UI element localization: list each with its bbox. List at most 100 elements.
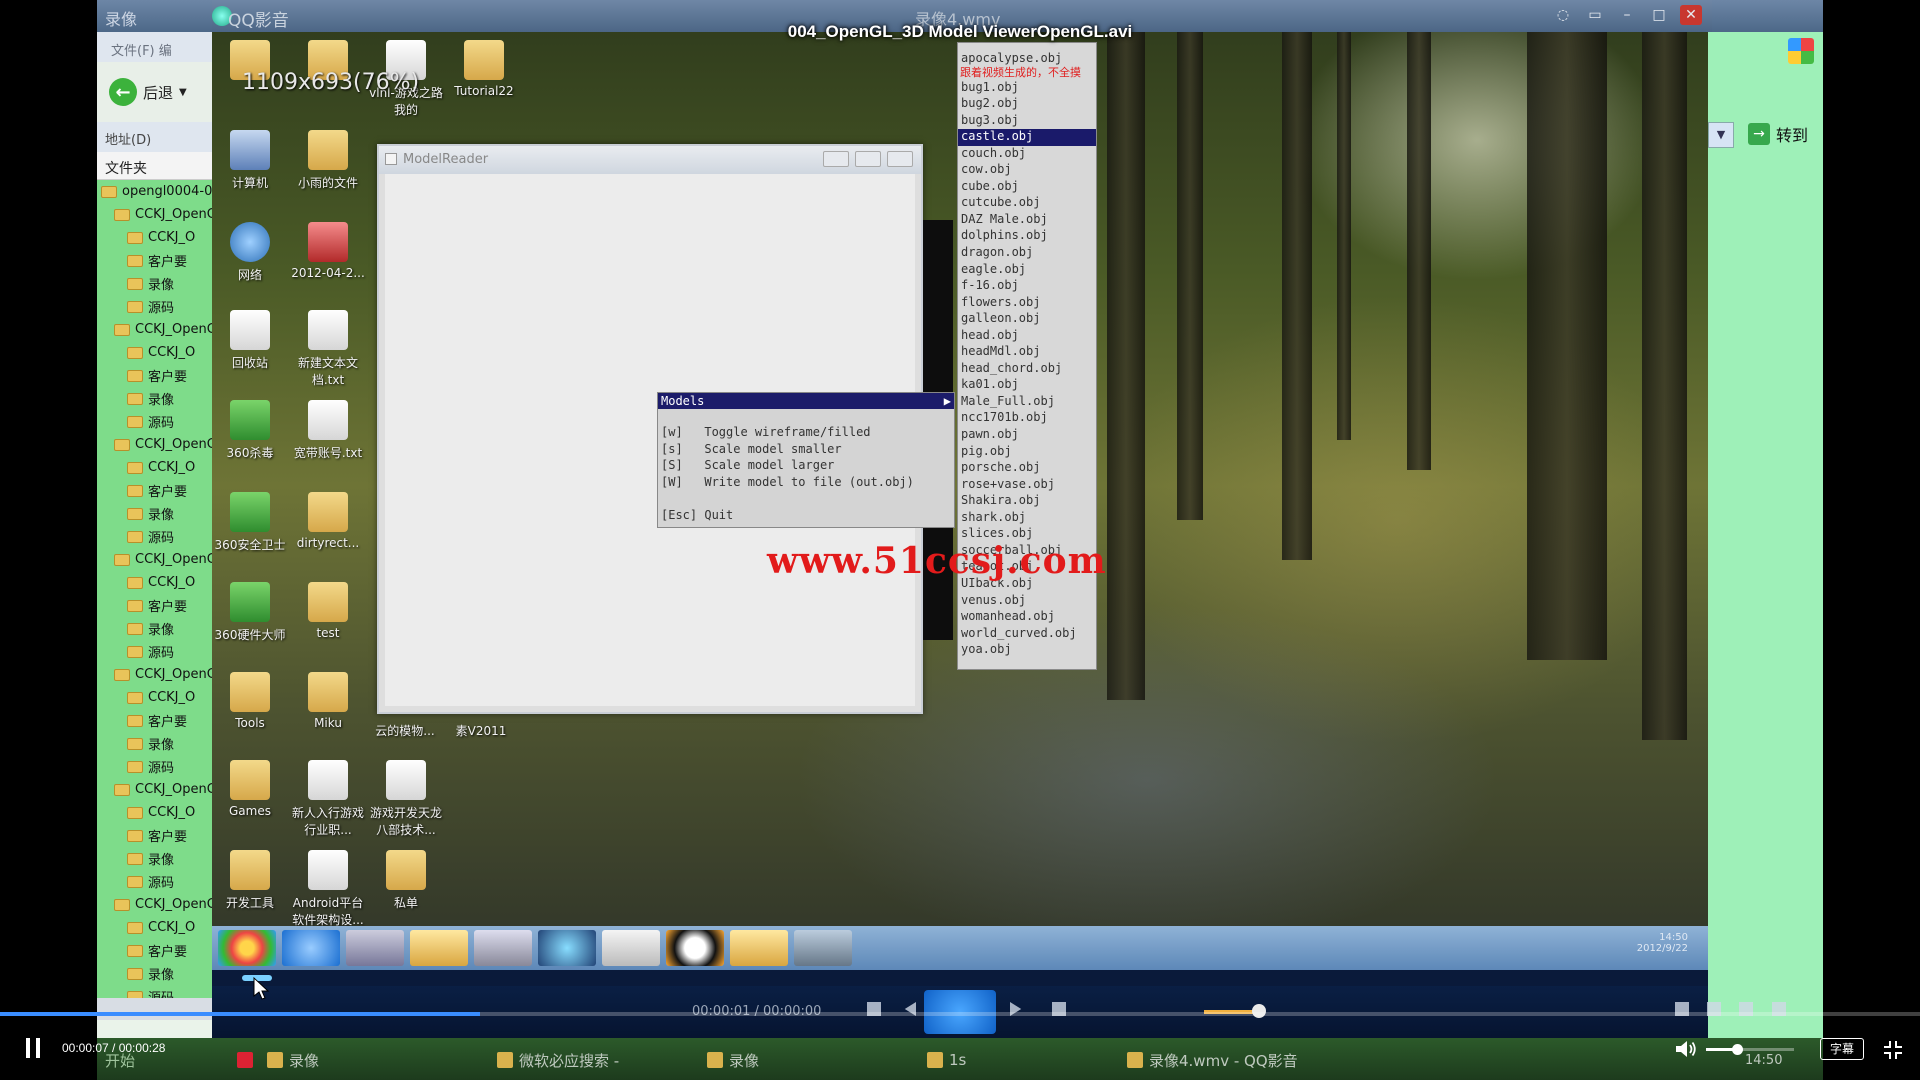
desktop-glyph-icon [230, 582, 270, 622]
tree-folder-item: 录像 [97, 387, 212, 410]
desktop-icon: 网络 [212, 222, 288, 283]
progress-fill [0, 1012, 480, 1016]
tree-folder-label: 源码 [148, 416, 175, 431]
tree-folder-label: 源码 [148, 646, 175, 661]
zoom-readout: 1109x693(76%) [242, 70, 420, 95]
pause-icon [36, 1038, 40, 1058]
obj-file-item: rose+vase.obj [961, 476, 1055, 491]
desktop-icon: 360硬件大师 [212, 582, 288, 643]
subtitle-button[interactable]: 字幕 [1820, 1038, 1864, 1060]
glut-menu-item: [Esc] Quit [661, 507, 734, 522]
desktop-glyph-icon [308, 582, 348, 622]
desktop-glyph-icon [230, 760, 270, 800]
desktop-glyph-icon [308, 760, 348, 800]
tree-folder-item: 源码 [97, 525, 212, 548]
desktop-glyph-icon [308, 130, 348, 170]
tree-folder-label: CCKJ_O [148, 690, 196, 705]
tree-folder-item: opengl0004-00 [97, 180, 212, 203]
desktop-icon: 私单 [368, 850, 444, 911]
folder-icon [127, 714, 143, 727]
address-dropdown-icon: ▼ [1708, 122, 1734, 148]
tree-folder-item: CCKJ_O [97, 226, 212, 249]
desktop-icon-label: 游戏开发天龙八部技术... [369, 806, 442, 837]
desktop-icon-label: Tools [235, 716, 265, 730]
desktop-icon-label: 回收站 [231, 356, 268, 370]
pen-icon [602, 930, 660, 966]
tree-folder-label: CCKJ_O [148, 920, 196, 935]
desktop-glyph-icon [230, 400, 270, 440]
desktop-glyph-icon [386, 850, 426, 890]
tree-folder-item: 源码 [97, 870, 212, 893]
time-display: 00:00:07 / 00:00:28 [62, 1041, 166, 1055]
folder-icon [127, 277, 143, 290]
desktop-icon-label: Miku [314, 716, 342, 730]
glut-menu-item: [W] Write model to file (out.obj) [661, 474, 914, 489]
recorded-right-panel: ▼ → 转到 [1708, 0, 1823, 1080]
folder-icon [114, 208, 130, 221]
tree-folder-item: CCKJ_OpenG [97, 663, 212, 686]
explorer-back-row: ← 后退 ▼ [97, 62, 212, 122]
exit-fullscreen-icon[interactable] [1882, 1039, 1904, 1061]
desktop-icon-label: 开发工具 [225, 896, 274, 910]
glut-menu-item: [S] Scale model larger [661, 458, 835, 472]
tree-folder-item: CCKJ_OpenG [97, 318, 212, 341]
folder-icon [114, 323, 130, 336]
tree-folder-item: 客户要 [97, 479, 212, 502]
desktop-icon: Tutorial22 [446, 40, 522, 98]
player-bottom-bar: 00:00:07 / 00:00:28 字幕 [0, 1028, 1920, 1080]
tree-folder-label: CCKJ_O [148, 805, 196, 820]
folder-icon [127, 576, 143, 589]
obj-file-item: Male_Full.obj [961, 393, 1055, 408]
tree-folder-label: 客户要 [148, 830, 188, 845]
glut-menu-item: [s] Scale model smaller [661, 441, 842, 456]
folder-icon [114, 553, 130, 566]
tree-folder-item: 客户要 [97, 594, 212, 617]
pause-icon [26, 1038, 30, 1058]
desktop-icon-label: 云的模物... [375, 724, 435, 738]
progress-bar[interactable] [0, 1012, 1920, 1016]
recorded-tray-clock: 14:50 2012/9/22 [1636, 932, 1688, 954]
maximize-icon [855, 151, 881, 167]
glut-menu-header: Models ▶ [658, 393, 954, 409]
desktop-icon-label: 360杀毒 [226, 446, 274, 460]
tree-folder-label: 客户要 [148, 945, 188, 960]
desktop-icon-label: 素V2011 [455, 724, 507, 738]
goto-arrow-icon: → [1748, 123, 1770, 145]
folder-icon [730, 930, 788, 966]
folder-icon [127, 760, 143, 773]
desktop-icon-label: 360硬件大师 [214, 628, 286, 642]
obj-file-item: f-16.obj [961, 278, 1019, 293]
desktop-glyph-icon [230, 672, 270, 712]
folder-icon [101, 185, 117, 198]
obj-file-item: eagle.obj [961, 261, 1027, 276]
folder-tree: opengl0004-00 CCKJ_OpenG CCKJ_O 客户要 录像 源码 CCKJ… [97, 180, 212, 1010]
folder-icon [127, 921, 143, 934]
volume-slider[interactable] [1706, 1044, 1794, 1055]
obj-file-item: headMdl.obj [961, 344, 1041, 359]
app-icon [474, 930, 532, 966]
glut-menu-item [658, 491, 954, 508]
desktop-glyph-icon [386, 760, 426, 800]
tree-folder-item: 录像 [97, 847, 212, 870]
desktop-icon-label: 新人入行游戏行业职... [291, 806, 364, 837]
pause-button[interactable] [26, 1038, 48, 1060]
desktop-icon: 宽带账号.txt [290, 400, 366, 461]
desktop-icon-label: Games [229, 804, 271, 818]
tree-folder-item: CCKJ_OpenG [97, 548, 212, 571]
qq-icon [666, 930, 724, 966]
desktop-icon: Tools [212, 672, 288, 730]
volume-icon[interactable] [1674, 1038, 1698, 1060]
tree-folder-label: CCKJ_O [148, 575, 196, 590]
tree-folder-item: 源码 [97, 295, 212, 318]
tree-folder-label: 录像 [148, 623, 175, 638]
obj-file-item: pawn.obj [961, 427, 1019, 442]
folder-icon [127, 737, 143, 750]
tree-folder-label: CCKJ_O [148, 345, 196, 360]
desktop-icon: test [290, 582, 366, 640]
desktop-icon: 开发工具 [212, 850, 288, 911]
folders-header: 文件夹 [97, 152, 212, 180]
tree-folder-item: 客户要 [97, 709, 212, 732]
explorer-address-row: 地址(D) [97, 122, 212, 152]
volume-knob[interactable] [1731, 1044, 1743, 1055]
folder-icon [127, 967, 143, 980]
